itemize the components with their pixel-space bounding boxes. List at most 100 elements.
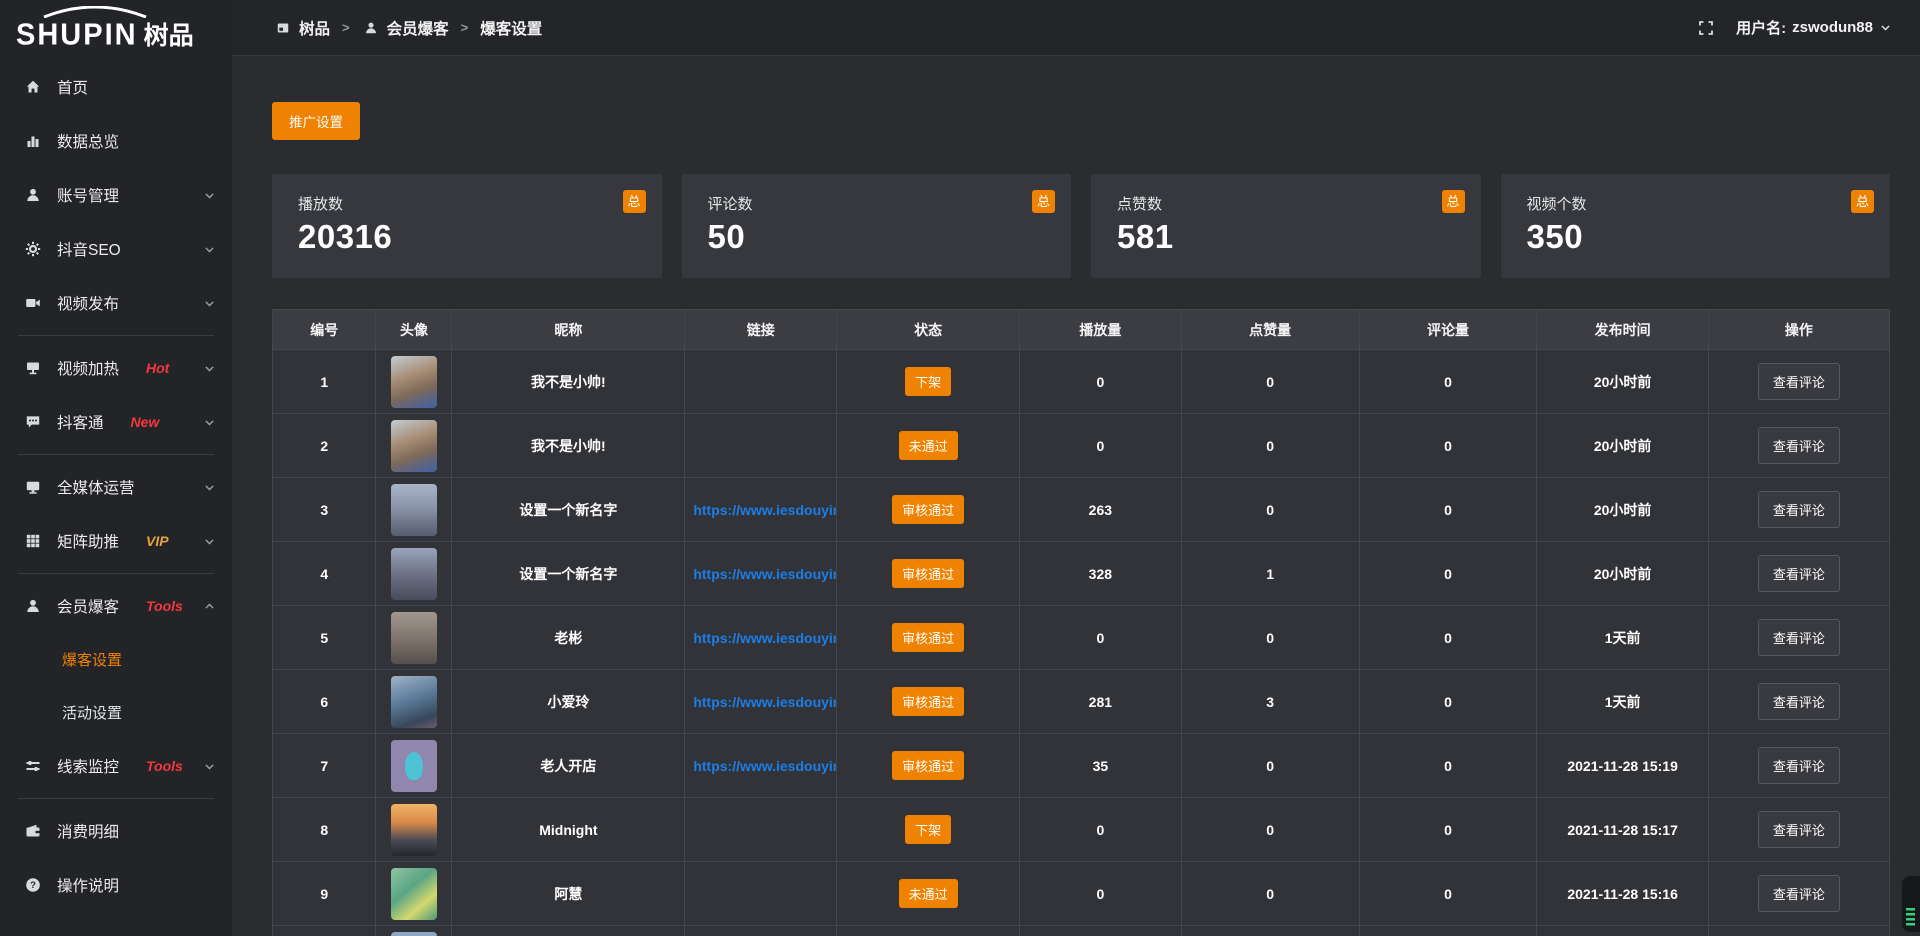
floating-widget[interactable] [1902,876,1920,932]
stat-card-total-badge: 总 [623,190,646,213]
chat-icon [24,414,42,430]
logo-arc-icon [40,6,150,18]
cell-link [685,862,837,926]
sidebar-item[interactable]: 视频加热Hot [0,341,232,395]
sidebar-item[interactable]: 消费明细 [0,804,232,858]
view-comments-button[interactable]: 查看评论 [1758,619,1840,656]
breadcrumb-label: 会员爆客 [387,17,449,39]
breadcrumb-item[interactable]: 树品 [274,17,330,39]
view-comments-button[interactable]: 查看评论 [1758,747,1840,784]
promo-settings-button[interactable]: 推广设置 [272,102,360,140]
video-link[interactable]: https://www.iesdouyin.c [693,694,836,710]
cell-status: 未通过 [837,414,1020,478]
cell-likes: 0 [1181,478,1359,542]
chevron-down-icon [203,297,216,310]
avatar [391,484,437,536]
cell-status: 下架 [837,798,1020,862]
column-header: 发布时间 [1537,310,1708,350]
cell-plays: 263 [1020,478,1182,542]
sidebar-item[interactable]: 账号管理 [0,168,232,222]
sidebar-subitem[interactable]: 活动设置 [0,686,232,739]
sidebar-item[interactable]: ?操作说明 [0,858,232,912]
stat-card: 播放数20316总 [272,174,662,278]
cell-avatar [376,670,452,734]
column-header: 链接 [685,310,837,350]
sidebar-item[interactable]: 视频发布 [0,276,232,330]
view-comments-button[interactable]: 查看评论 [1758,875,1840,912]
table-row: 6小爱玲https://www.iesdouyin.c审核通过281301天前查… [273,670,1890,734]
sidebar-item[interactable]: 线索监控 Tools [0,739,232,793]
cell-likes: 0 [1181,350,1359,414]
app-logo[interactable]: SHUPIN树品 [0,0,232,52]
table-row: 5老彬https://www.iesdouyin.c审核通过0001天前查看评论 [273,606,1890,670]
cell-action: 查看评论 [1708,478,1889,542]
sidebar-item[interactable]: 抖音SEO [0,222,232,276]
view-comments-button[interactable]: 查看评论 [1758,555,1840,592]
fullscreen-icon[interactable] [1698,20,1714,36]
view-comments-button[interactable]: 查看评论 [1758,491,1840,528]
user-icon [24,187,42,203]
cell-time: 2021-11-28 15:16 [1537,862,1708,926]
view-comments-button[interactable]: 查看评论 [1758,683,1840,720]
bar-chart-icon [24,133,42,149]
cell-time: 20小时前 [1537,542,1708,606]
chevron-down-icon [203,243,216,256]
cell-link: https://www.iesdouyin.c [685,606,837,670]
video-link[interactable]: https://www.iesdouyin.c [693,630,836,646]
table-header-row: 编号头像昵称链接状态播放量点赞量评论量发布时间操作 [273,310,1890,350]
cell-link [685,414,837,478]
stat-card-total-badge: 总 [1032,190,1055,213]
column-header: 昵称 [452,310,685,350]
view-comments-button[interactable]: 查看评论 [1758,363,1840,400]
cell-likes: 0 [1181,414,1359,478]
cell-nickname: 老彬 [452,606,685,670]
sidebar-divider [18,798,214,799]
cell-plays: 0 [1020,350,1182,414]
video-link[interactable]: https://www.iesdouyin.c [693,566,836,582]
breadcrumb-item[interactable]: 爆客设置 [480,17,542,39]
sidebar-submenu: 爆客设置活动设置 [0,633,232,739]
cell-nickname: Midnight [452,798,685,862]
cell-comments [1359,926,1537,936]
view-comments-button[interactable]: 查看评论 [1758,811,1840,848]
table-row: 4设置一个新名字https://www.iesdouyin.c审核通过32810… [273,542,1890,606]
breadcrumb-item[interactable]: 会员爆客 [362,17,449,39]
cell-likes: 0 [1181,734,1359,798]
cell-likes: 0 [1181,606,1359,670]
stat-card-value: 350 [1527,218,1865,256]
status-badge: 下架 [905,367,951,396]
cell-avatar [376,350,452,414]
sidebar-item-tag: Tools [146,758,183,774]
status-badge: 下架 [905,815,951,844]
sidebar-subitem[interactable]: 爆客设置 [0,633,232,686]
sidebar-item[interactable]: 抖客通New [0,395,232,449]
cell-link: https://www.iesdouyin.c [685,670,837,734]
cell-link: https://www.iesdouyin.c [685,478,837,542]
cell-action: 查看评论 [1708,350,1889,414]
avatar [391,676,437,728]
video-link[interactable]: https://www.iesdouyin.c [693,502,836,518]
cell-id: 2 [273,414,376,478]
sidebar-item[interactable]: 矩阵助推VIP [0,514,232,568]
sidebar-item[interactable]: 全媒体运营 [0,460,232,514]
stat-card: 点赞数581总 [1091,174,1481,278]
breadcrumb: 树品>会员爆客>爆客设置 [274,17,542,39]
table-row [273,926,1890,936]
sidebar-item-label: 线索监控 [57,755,119,777]
chevron-down-icon [203,189,216,202]
sidebar-item-label: 视频发布 [57,292,119,314]
video-link[interactable]: https://www.iesdouyin.c [693,758,836,774]
user-menu[interactable]: 用户名: zswodun88 [1736,17,1892,38]
sidebar-divider [18,454,214,455]
cell-avatar [376,926,452,936]
stat-card-value: 50 [708,218,1046,256]
sidebar-item[interactable]: 数据总览 [0,114,232,168]
avatar [391,804,437,856]
view-comments-button[interactable]: 查看评论 [1758,427,1840,464]
sidebar-item[interactable]: 会员爆客Tools [0,579,232,633]
avatar [391,932,437,936]
sidebar-item[interactable]: 首页 [0,60,232,114]
cell-comments: 0 [1359,542,1537,606]
column-header: 播放量 [1020,310,1182,350]
cell-id [273,926,376,936]
